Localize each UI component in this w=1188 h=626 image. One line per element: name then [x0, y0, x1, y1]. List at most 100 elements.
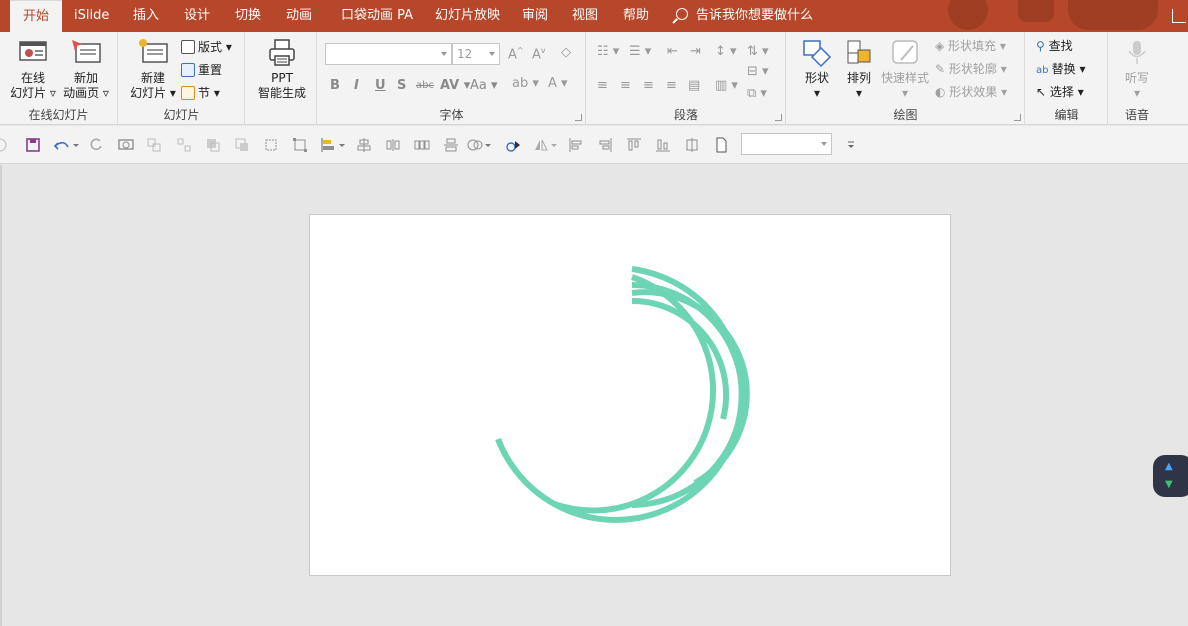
- concentric-arcs-graphic[interactable]: [310, 215, 950, 575]
- tab-design[interactable]: 设计: [184, 0, 210, 32]
- undo-dropdown-icon[interactable]: [72, 137, 80, 153]
- merge-shapes-icon[interactable]: [467, 137, 483, 153]
- replace-button[interactable]: ab 替换 ▾: [1036, 60, 1086, 78]
- tab-review[interactable]: 审阅: [522, 0, 548, 32]
- snap-left-icon[interactable]: [568, 137, 584, 153]
- change-case-icon[interactable]: Aa ▾: [470, 78, 498, 93]
- save-icon[interactable]: [25, 137, 41, 153]
- clear-format-icon[interactable]: ◇: [561, 45, 571, 60]
- undo-icon[interactable]: [54, 137, 70, 153]
- send-backward-icon[interactable]: [234, 137, 250, 153]
- online-slides-button[interactable]: 在线 幻灯片 ▿: [8, 38, 58, 101]
- grow-font-icon[interactable]: A^: [508, 46, 524, 62]
- animation-path-icon[interactable]: [505, 137, 521, 153]
- select-frame-icon[interactable]: [263, 137, 279, 153]
- customize-toolbar-icon[interactable]: [846, 137, 856, 153]
- circle-icon[interactable]: [0, 137, 8, 153]
- tab-transitions[interactable]: 切换: [235, 0, 261, 32]
- font-dialog-launcher[interactable]: [575, 114, 582, 121]
- shape-outline-button[interactable]: ✎ 形状轮廓 ▾: [935, 60, 1007, 78]
- shadow-icon[interactable]: S: [397, 78, 406, 93]
- arc-5[interactable]: [495, 266, 745, 523]
- section-button[interactable]: 节 ▾: [181, 84, 220, 102]
- new-slide-button[interactable]: 新建 幻灯片 ▾: [127, 38, 179, 101]
- height-size-icon[interactable]: [684, 137, 700, 153]
- share-icon[interactable]: [1172, 9, 1186, 23]
- shape-fill-button[interactable]: ◈ 形状填充 ▾: [935, 37, 1006, 55]
- tell-me-box[interactable]: 告诉我你想要做什么: [676, 0, 813, 32]
- quick-styles-label: 快速样式: [880, 71, 929, 85]
- smartart-icon[interactable]: ⧉ ▾: [747, 86, 767, 101]
- shrink-font-icon[interactable]: Av: [532, 46, 546, 62]
- paragraph-dialog-launcher[interactable]: [775, 114, 782, 121]
- arc-4[interactable]: [553, 274, 716, 514]
- tab-view[interactable]: 视图: [572, 0, 598, 32]
- tab-insert[interactable]: 插入: [133, 0, 159, 32]
- shape-effects-button[interactable]: ◐ 形状效果 ▾: [935, 83, 1007, 101]
- merge-dropdown-icon[interactable]: [484, 137, 492, 153]
- strikethrough-icon[interactable]: abc: [416, 80, 434, 91]
- underline-icon[interactable]: U: [375, 78, 386, 93]
- snap-right-icon[interactable]: [597, 137, 613, 153]
- group-objects-icon[interactable]: [146, 137, 162, 153]
- distribute-equal-icon[interactable]: [414, 137, 430, 153]
- bullets-icon[interactable]: ☷ ▾: [597, 44, 619, 59]
- line-spacing-icon[interactable]: ↕ ▾: [715, 44, 737, 59]
- bring-forward-icon[interactable]: [205, 137, 221, 153]
- tab-slideshow[interactable]: 幻灯片放映: [435, 0, 500, 32]
- justify-icon[interactable]: ≡: [666, 78, 677, 93]
- highlight-icon[interactable]: ab ▾: [512, 76, 539, 91]
- tab-islide[interactable]: iSlide: [74, 0, 109, 32]
- quick-styles-button[interactable]: 快速样式 ▾: [879, 38, 931, 101]
- text-direction-icon[interactable]: ⇅ ▾: [747, 44, 769, 59]
- align-dropdown-icon[interactable]: [338, 137, 346, 153]
- distribute-horizontal-icon[interactable]: [385, 137, 401, 153]
- slide-canvas[interactable]: [309, 214, 951, 576]
- distribute-icon[interactable]: ▤: [688, 78, 700, 93]
- find-button[interactable]: ⚲ 查找: [1036, 37, 1073, 55]
- align-middle-icon[interactable]: [443, 137, 459, 153]
- align-text-icon[interactable]: ⊟ ▾: [747, 64, 769, 79]
- slideshow-icon[interactable]: [118, 137, 134, 153]
- select-button[interactable]: ↖ 选择 ▾: [1036, 83, 1084, 101]
- shapes-button[interactable]: 形状 ▾: [797, 38, 837, 101]
- italic-icon[interactable]: I: [354, 78, 359, 93]
- increase-indent-icon[interactable]: ⇥: [690, 44, 701, 59]
- tab-home[interactable]: 开始: [10, 0, 63, 32]
- font-name-combo[interactable]: [325, 43, 452, 65]
- snap-top-icon[interactable]: [626, 137, 642, 153]
- snap-bottom-icon[interactable]: [655, 137, 671, 153]
- tab-pocket-animation[interactable]: 口袋动画 PA: [341, 0, 413, 32]
- char-spacing-icon[interactable]: AV ▾: [440, 78, 470, 93]
- blank-page-icon[interactable]: [713, 137, 729, 153]
- align-center-objects-icon[interactable]: [356, 137, 372, 153]
- font-size-combo[interactable]: 12: [452, 43, 500, 65]
- align-left-objects-icon[interactable]: [320, 137, 336, 153]
- align-left-icon[interactable]: ≡: [597, 78, 608, 93]
- columns-icon[interactable]: ▥ ▾: [715, 78, 738, 93]
- redo-icon[interactable]: [88, 137, 104, 153]
- align-right-icon[interactable]: ≡: [643, 78, 654, 93]
- thumbnail-pane-edge[interactable]: [0, 165, 2, 626]
- font-color-icon[interactable]: A ▾: [548, 76, 568, 91]
- reset-button[interactable]: 重置: [181, 61, 222, 79]
- toolbar-combo[interactable]: [741, 133, 832, 155]
- crop-frame-icon[interactable]: [292, 137, 308, 153]
- numbering-icon[interactable]: ☰ ▾: [629, 44, 651, 59]
- align-center-icon[interactable]: ≡: [620, 78, 631, 93]
- flip-dropdown-icon[interactable]: [550, 137, 558, 153]
- ungroup-icon[interactable]: [176, 137, 192, 153]
- drawing-dialog-launcher[interactable]: [1014, 114, 1021, 121]
- bold-icon[interactable]: B: [330, 78, 340, 93]
- tab-help[interactable]: 帮助: [623, 0, 649, 32]
- decrease-indent-icon[interactable]: ⇤: [667, 44, 678, 59]
- new-animation-page-button[interactable]: 新加 动画页 ▿: [60, 38, 112, 101]
- ppt-smart-generate-button[interactable]: PPT 智能生成: [252, 38, 312, 101]
- dictate-button[interactable]: 听写 ▾: [1117, 38, 1157, 101]
- layout-button[interactable]: 版式 ▾: [181, 38, 232, 56]
- flip-icon[interactable]: [533, 137, 549, 153]
- font-size-value: 12: [457, 47, 473, 61]
- tab-animations[interactable]: 动画: [286, 0, 312, 32]
- arrange-button[interactable]: 排列 ▾: [839, 38, 879, 101]
- floating-speed-widget[interactable]: ▲ ▼: [1153, 455, 1188, 497]
